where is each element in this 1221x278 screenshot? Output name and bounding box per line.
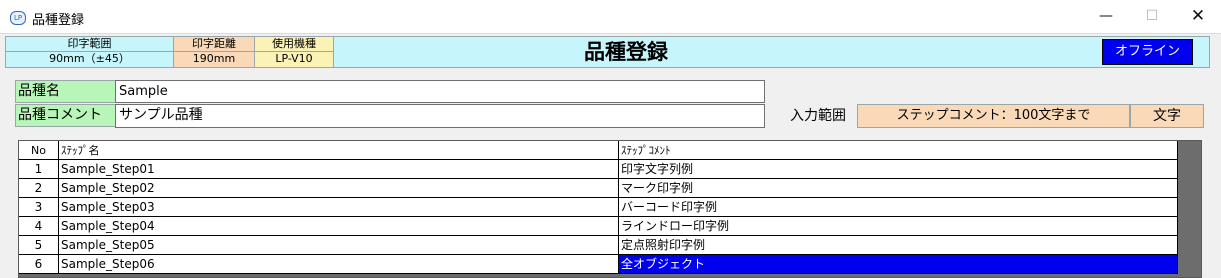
close-button[interactable]: ✕ <box>1175 0 1221 33</box>
row-step-name[interactable]: Sample_Step03 <box>59 198 619 217</box>
product-name-input[interactable]: Sample <box>115 80 765 103</box>
row-step-name[interactable]: Sample_Step01 <box>59 160 619 179</box>
model-value: LP-V10 <box>275 52 313 65</box>
minimize-button[interactable]: — <box>1083 0 1129 33</box>
print-distance-cell: 印字距離 190mm <box>174 37 255 67</box>
row-no[interactable]: 1 <box>19 160 59 179</box>
step-table: No ｽﾃｯﾌﾟ名 ｽﾃｯﾌﾟｺﾒﾝﾄ 1 Sample_Step01 印字文字… <box>18 140 1202 278</box>
row-step-name[interactable]: Sample_Step02 <box>59 179 619 198</box>
header-no: No <box>19 141 59 160</box>
row-step-comment[interactable]: 印字文字列例 <box>619 160 1178 179</box>
header-step-comment: ｽﾃｯﾌﾟｺﾒﾝﾄ <box>619 141 1178 160</box>
print-range-label: 印字範囲 <box>6 37 173 52</box>
input-range-label: 入力範囲 <box>790 108 846 124</box>
row-step-comment[interactable]: 定点照射印字例 <box>619 236 1178 255</box>
row-step-comment[interactable]: ラインドロー印字例 <box>619 217 1178 236</box>
product-comment-label: 品種コメント <box>15 104 117 127</box>
row-no[interactable]: 6 <box>19 255 59 274</box>
input-range-unit: 文字 <box>1130 104 1204 128</box>
print-distance-value: 190mm <box>192 52 236 65</box>
row-no[interactable]: 3 <box>19 198 59 217</box>
row-step-name[interactable]: Sample_Step05 <box>59 236 619 255</box>
row-no[interactable]: 2 <box>19 179 59 198</box>
maximize-button[interactable]: ☐ <box>1129 0 1175 33</box>
input-range-value: ステップコメント：100文字まで <box>857 104 1130 128</box>
row-no[interactable]: 5 <box>19 236 59 255</box>
row-step-comment-selected[interactable]: 全オブジェクト <box>619 255 1178 274</box>
row-no[interactable]: 4 <box>19 217 59 236</box>
print-distance-label: 印字距離 <box>174 37 254 52</box>
row-step-comment[interactable]: バーコード印字例 <box>619 198 1178 217</box>
table-row[interactable]: 6 Sample_Step06 全オブジェクト <box>19 255 1178 274</box>
table-row[interactable]: 4 Sample_Step04 ラインドロー印字例 <box>19 217 1178 236</box>
title-bar: LP 品種登録 — ☐ ✕ <box>0 0 1221 34</box>
page-title: 品種登録 <box>584 40 668 64</box>
table-row[interactable]: 3 Sample_Step03 バーコード印字例 <box>19 198 1178 217</box>
table-row[interactable]: 2 Sample_Step02 マーク印字例 <box>19 179 1178 198</box>
product-name-label: 品種名 <box>15 80 117 103</box>
table-header-row: No ｽﾃｯﾌﾟ名 ｽﾃｯﾌﾟｺﾒﾝﾄ <box>19 141 1178 160</box>
window-title: 品種登録 <box>32 13 85 28</box>
model-label: 使用機種 <box>255 37 333 52</box>
print-range-cell: 印字範囲 90mm（±45） <box>6 37 174 67</box>
model-cell: 使用機種 LP-V10 <box>255 37 334 67</box>
info-bar: 印字範囲 90mm（±45） 印字距離 190mm 使用機種 LP-V10 品種… <box>5 36 1210 68</box>
product-comment-input[interactable]: サンプル品種 <box>115 104 765 128</box>
table-row[interactable]: 5 Sample_Step05 定点照射印字例 <box>19 236 1178 255</box>
print-range-value: 90mm（±45） <box>49 52 130 65</box>
row-step-name[interactable]: Sample_Step04 <box>59 217 619 236</box>
status-badge: オフライン <box>1102 39 1193 65</box>
table-scroll-gutter[interactable] <box>1179 141 1201 277</box>
header-step-name: ｽﾃｯﾌﾟ名 <box>59 141 619 160</box>
row-step-comment[interactable]: マーク印字例 <box>619 179 1178 198</box>
row-step-name[interactable]: Sample_Step06 <box>59 255 619 274</box>
table-row[interactable]: 1 Sample_Step01 印字文字列例 <box>19 160 1178 179</box>
app-icon: LP <box>10 11 26 25</box>
